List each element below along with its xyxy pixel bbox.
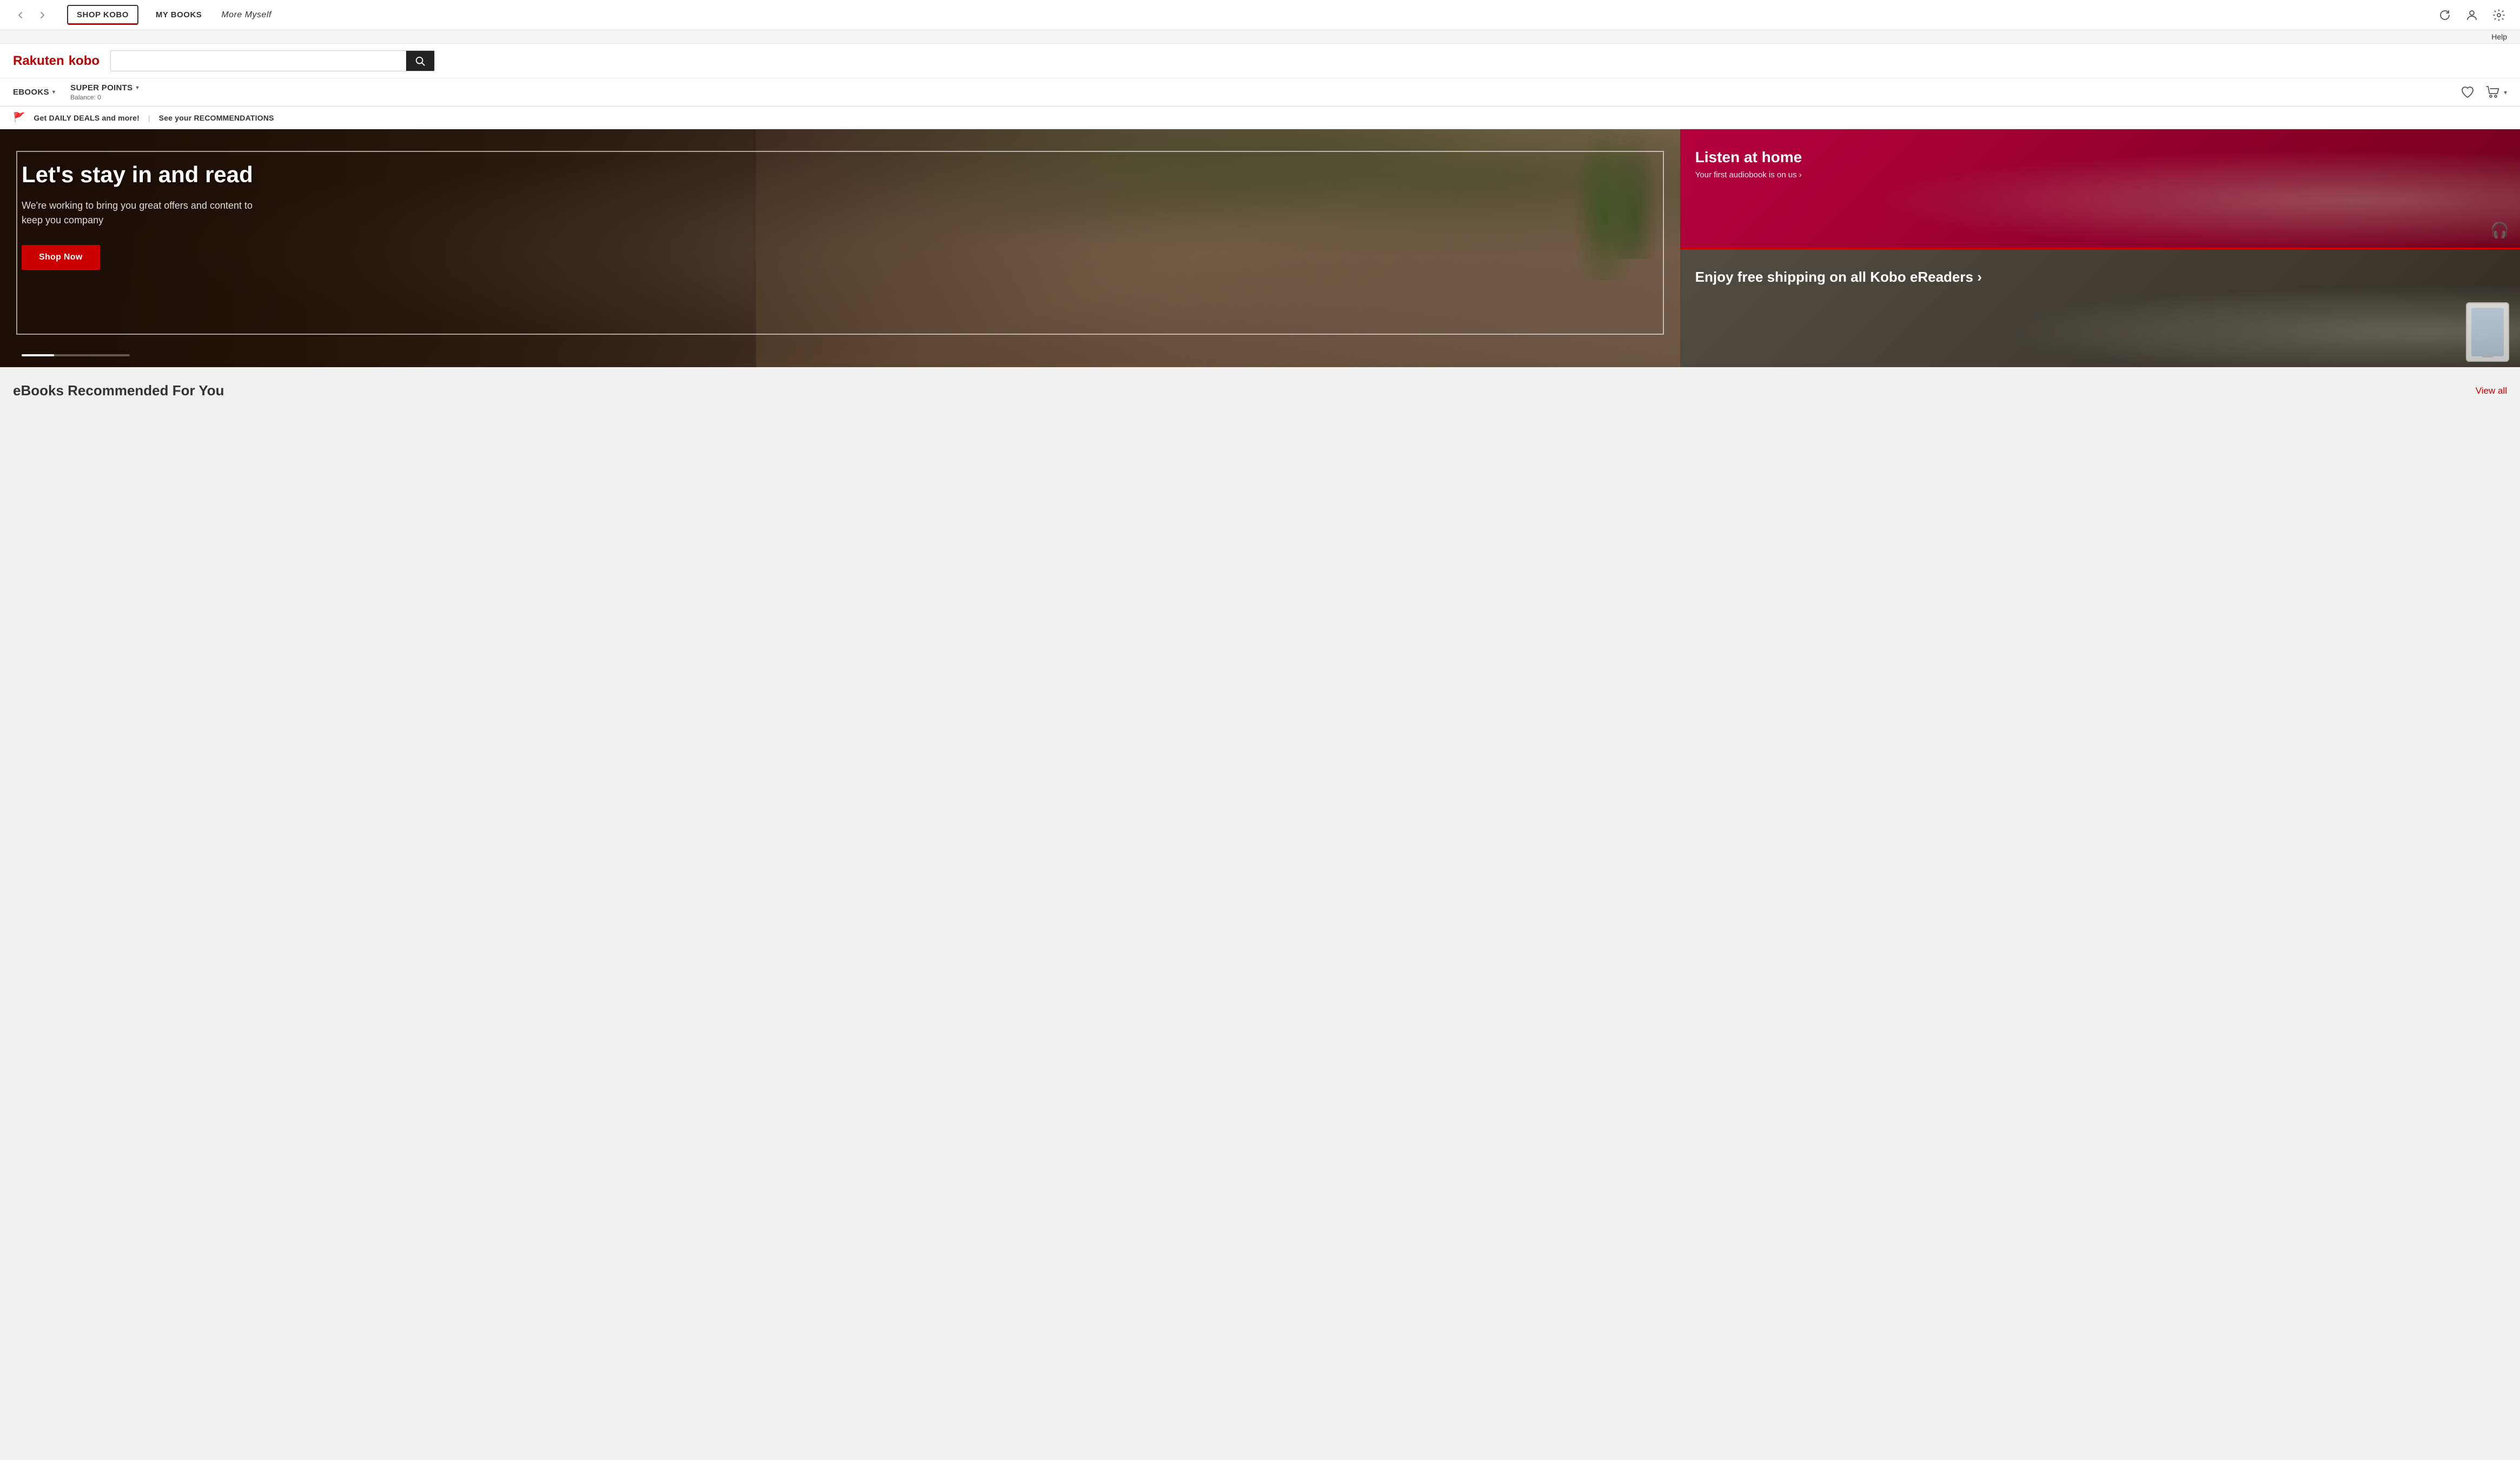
listen-arrow: › <box>1799 170 1802 180</box>
tab-shop-kobo[interactable]: SHOP KOBO <box>67 5 138 25</box>
ebooks-label: eBOOKS <box>13 88 49 97</box>
ereader-device <box>2466 302 2509 362</box>
wishlist-button[interactable] <box>2461 85 2475 99</box>
shop-now-button[interactable]: Shop Now <box>22 245 100 270</box>
tab-my-books[interactable]: MY BOOKS <box>154 2 204 28</box>
rakuten-kobo-logo[interactable]: Rakuten kobo <box>13 54 100 69</box>
browser-nav-arrows <box>13 8 50 23</box>
view-all-link[interactable]: View all <box>2476 386 2507 396</box>
back-button[interactable] <box>13 8 28 23</box>
browser-right-icons <box>2437 7 2507 23</box>
cart-chevron: ▾ <box>2504 89 2507 96</box>
listen-at-home-title: Listen at home <box>1695 149 2505 166</box>
shipping-arrow: › <box>1977 269 1982 285</box>
listen-at-home-subtitle: Your first audiobook is on us › <box>1695 170 2505 180</box>
forward-button[interactable] <box>35 8 50 23</box>
hero-title: Let's stay in and read <box>22 162 260 188</box>
category-nav-right: ▾ <box>2461 85 2507 99</box>
ebooks-menu[interactable]: eBOOKS ▾ <box>13 80 55 104</box>
flag-icon: 🚩 <box>13 112 25 123</box>
hero-subtitle: We're working to bring you great offers … <box>22 198 260 228</box>
search-input[interactable] <box>111 51 406 71</box>
logo-kobo-text: kobo <box>69 54 100 69</box>
notification-bar: 🚩 Get DAILY DEALS and more! | See your R… <box>0 107 2520 129</box>
super-points-chevron: ▾ <box>136 85 138 91</box>
logo-search-bar: Rakuten kobo <box>0 44 2520 78</box>
ebooks-chevron: ▾ <box>52 89 55 95</box>
hero-main-banner[interactable]: Let's stay in and read We're working to … <box>0 129 1680 367</box>
logo-rakuten-text: Rakuten <box>13 54 64 69</box>
free-shipping-title: Enjoy free shipping on all Kobo eReaders… <box>1695 269 2505 286</box>
hero-progress-bar <box>22 354 130 356</box>
profile-icon[interactable] <box>2464 7 2480 23</box>
search-button[interactable] <box>406 51 434 71</box>
headphone-icon: 🎧 <box>2490 221 2509 239</box>
super-points-balance: Balance: 0 <box>70 94 139 101</box>
recommendations-link[interactable]: See your RECOMMENDATIONS <box>159 114 274 122</box>
listen-at-home-content: Listen at home Your first audiobook is o… <box>1695 149 2505 180</box>
tab-more-myself[interactable]: More Myself <box>219 2 274 29</box>
help-link[interactable]: Help <box>2491 32 2507 41</box>
free-shipping-banner[interactable]: Enjoy free shipping on all Kobo eReaders… <box>1680 248 2520 368</box>
super-points-menu[interactable]: SUPER POINTS ▾ Balance: 0 <box>70 76 139 109</box>
recommendations-header: eBooks Recommended For You View all <box>13 382 2507 399</box>
notif-separator: | <box>148 114 150 122</box>
free-shipping-content: Enjoy free shipping on all Kobo eReaders… <box>1695 269 2505 286</box>
listen-at-home-banner[interactable]: 🎧 Listen at home Your first audiobook is… <box>1680 129 2520 248</box>
help-bar: Help <box>0 30 2520 44</box>
category-nav-left: eBOOKS ▾ SUPER POINTS ▾ Balance: 0 <box>13 76 2461 109</box>
main-nav-tabs: SHOP KOBO MY BOOKS More Myself <box>67 2 2419 29</box>
top-nav-bar: SHOP KOBO MY BOOKS More Myself <box>0 0 2520 30</box>
cart-button[interactable]: ▾ <box>2485 85 2507 99</box>
hero-right-panel: 🎧 Listen at home Your first audiobook is… <box>1680 129 2520 367</box>
category-nav: eBOOKS ▾ SUPER POINTS ▾ Balance: 0 <box>0 78 2520 107</box>
hero-progress-fill <box>22 354 54 356</box>
hero-content: Let's stay in and read We're working to … <box>0 129 281 302</box>
refresh-icon[interactable] <box>2437 7 2453 23</box>
search-bar <box>110 50 435 71</box>
daily-deals-text: Get DAILY DEALS and more! <box>34 114 140 122</box>
settings-icon[interactable] <box>2491 7 2507 23</box>
recommendations-section: eBooks Recommended For You View all <box>0 367 2520 412</box>
super-points-label: SUPER POINTS <box>70 83 132 92</box>
hero-section: Let's stay in and read We're working to … <box>0 129 2520 367</box>
recommendations-title: eBooks Recommended For You <box>13 382 224 399</box>
